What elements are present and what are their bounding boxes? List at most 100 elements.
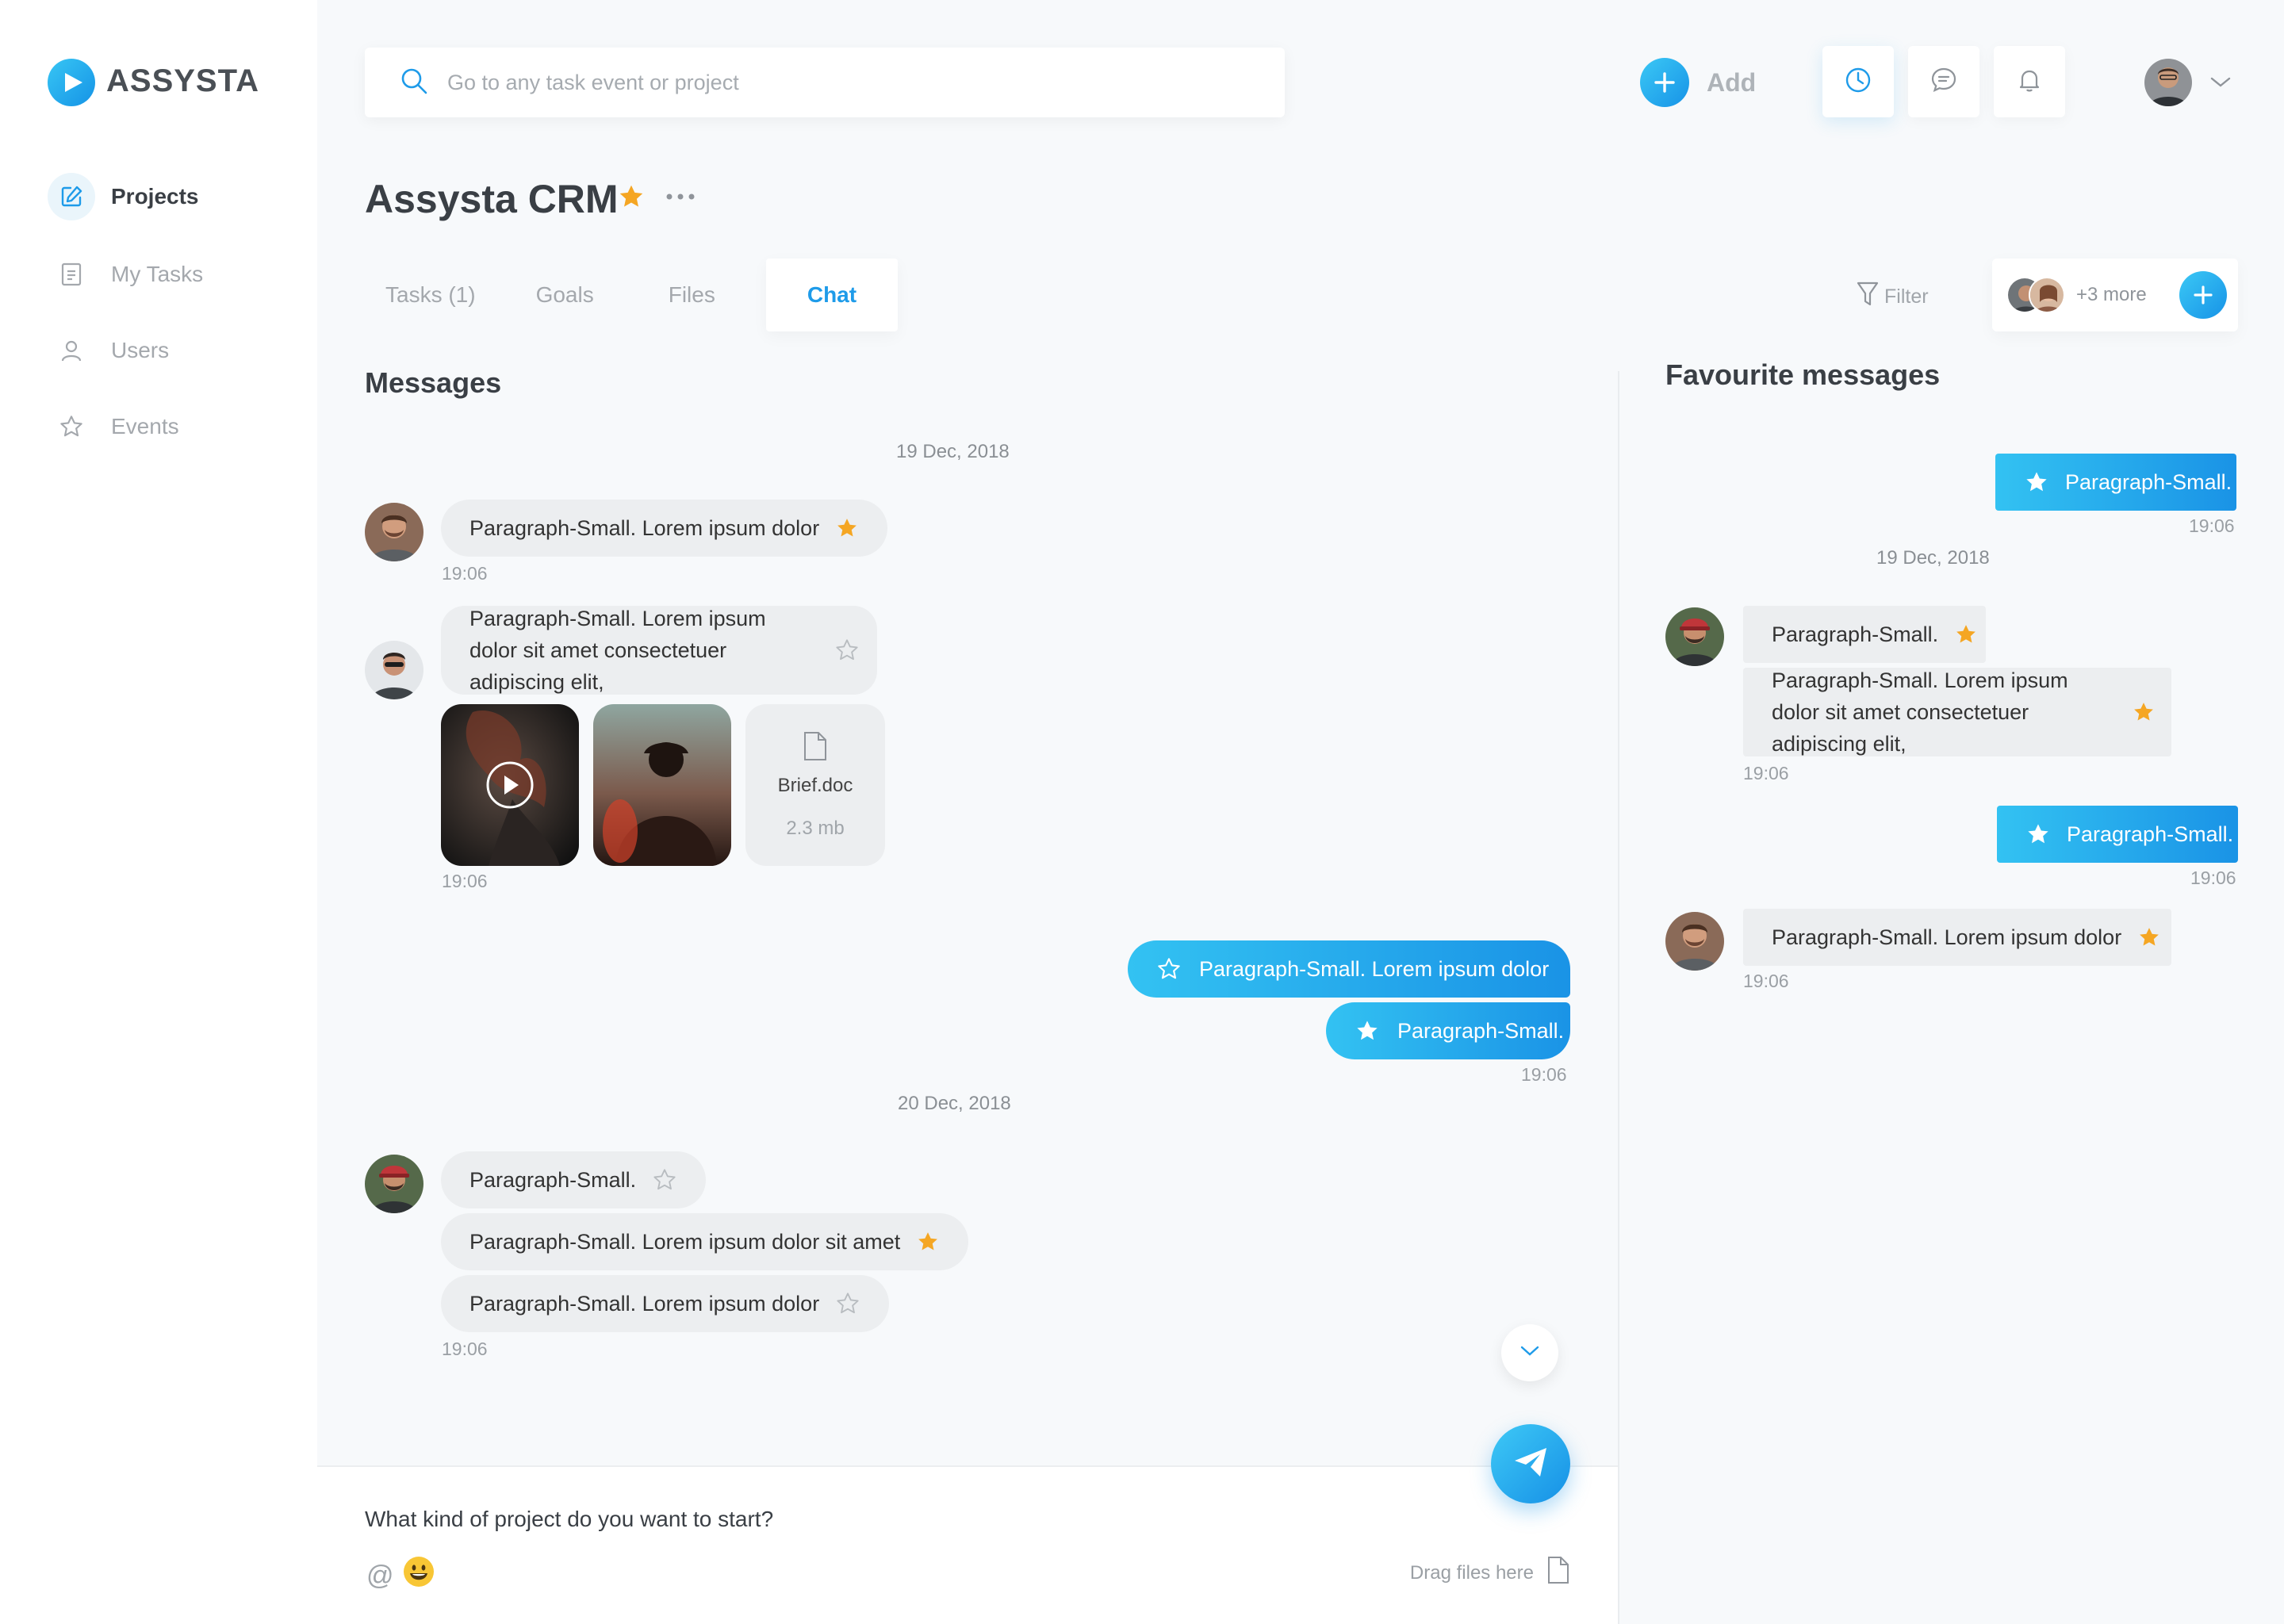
date-separator: 19 Dec, 2018 — [896, 441, 1010, 462]
star-filled-icon[interactable] — [835, 516, 859, 540]
sidebar-item-events[interactable]: Events — [48, 403, 179, 450]
tab-goals[interactable]: Goals — [512, 259, 618, 331]
star-filled-icon[interactable] — [1355, 1018, 1380, 1044]
message-text: Paragraph-Small. — [2065, 469, 2232, 494]
sidebar-item-my-tasks[interactable]: My Tasks — [48, 251, 203, 298]
sidebar-item-users[interactable]: Users — [48, 327, 169, 374]
message-bubble[interactable]: Paragraph-Small. Lorem ipsum dolor sit a… — [441, 606, 877, 695]
filter-label: Filter — [1884, 285, 1929, 308]
favourites-title: Favourite messages — [1665, 358, 1941, 391]
member-avatar — [2029, 277, 2065, 313]
avatar[interactable] — [365, 641, 423, 699]
star-filled-icon[interactable] — [2024, 469, 2049, 495]
edit-icon — [48, 173, 95, 220]
user-icon — [48, 327, 95, 374]
message-text: Paragraph-Small. Lorem ipsum dolor sit a… — [1772, 668, 2068, 756]
star-outline-icon[interactable] — [652, 1167, 677, 1193]
star-filled-icon[interactable] — [2025, 822, 2051, 847]
sent-message-bubble[interactable]: Paragraph-Small. Lorem ipsum dolor — [1128, 940, 1570, 998]
bell-icon — [2015, 66, 2044, 98]
star-outline-icon[interactable] — [1156, 956, 1182, 982]
star-icon — [48, 403, 95, 450]
filter-button[interactable]: Filter — [1856, 281, 1929, 313]
sidebar-item-label: My Tasks — [111, 262, 204, 286]
message-text: Paragraph-Small. Lorem ipsum dolor sit a… — [469, 607, 766, 694]
drag-files-label: Drag files here — [1409, 1561, 1534, 1584]
favorite-star-icon[interactable] — [617, 182, 646, 215]
file-attachment[interactable]: Brief.doc 2.3 mb — [745, 704, 885, 866]
mention-icon[interactable]: @ — [366, 1561, 394, 1591]
message-bubble[interactable]: Paragraph-Small. Lorem ipsum dolor — [441, 1275, 890, 1332]
message-composer[interactable]: What kind of project do you want to star… — [317, 1465, 1618, 1624]
add-member-button[interactable] — [2179, 271, 2227, 319]
emoji-icon[interactable] — [403, 1556, 435, 1591]
star-filled-icon[interactable] — [2132, 700, 2156, 724]
user-avatar[interactable] — [2144, 59, 2192, 106]
send-button[interactable] — [1491, 1424, 1570, 1503]
file-size: 2.3 mb — [786, 817, 845, 839]
drag-files-area[interactable]: Drag files here — [1410, 1556, 1570, 1590]
avatar[interactable] — [365, 503, 423, 561]
search-bar[interactable] — [365, 48, 1285, 117]
add-button[interactable]: Add — [1640, 58, 1756, 107]
message-time: 19:06 — [442, 871, 488, 891]
file-icon — [1546, 1556, 1570, 1590]
image-thumbnail[interactable] — [593, 704, 731, 866]
tab-chat[interactable]: Chat — [765, 259, 899, 331]
tab-tasks[interactable]: Tasks (1) — [365, 259, 496, 331]
star-filled-icon[interactable] — [1954, 622, 1978, 646]
messages-title: Messages — [365, 366, 502, 399]
project-tabs: Tasks (1) Goals Files Chat — [365, 259, 914, 331]
scroll-down-button[interactable] — [1501, 1324, 1558, 1381]
avatar[interactable] — [365, 1155, 423, 1213]
tab-files[interactable]: Files — [634, 259, 750, 331]
notifications-button[interactable] — [1994, 46, 2065, 117]
message-text: Paragraph-Small. — [469, 1167, 637, 1192]
file-name: Brief.doc — [777, 774, 853, 796]
search-icon — [400, 67, 428, 99]
message-text: Paragraph-Small. Lorem ipsum dolor — [1199, 956, 1550, 981]
filter-icon — [1856, 281, 1880, 313]
date-separator: 19 Dec, 2018 — [1876, 547, 1990, 569]
star-outline-icon[interactable] — [834, 638, 860, 663]
message-time: 19:06 — [1743, 763, 1789, 783]
play-icon[interactable] — [485, 763, 535, 812]
message-time: 19:06 — [1521, 1064, 1567, 1085]
avatar[interactable] — [1665, 607, 1724, 666]
composer-input[interactable]: What kind of project do you want to star… — [365, 1507, 773, 1532]
favourite-message[interactable]: Paragraph-Small. Lorem ipsum dolor — [1743, 909, 2171, 966]
message-time: 19:06 — [1743, 971, 1789, 991]
logo-icon[interactable] — [48, 59, 95, 106]
messages-button[interactable] — [1908, 46, 1979, 117]
message-bubble[interactable]: Paragraph-Small. Lorem ipsum dolor — [441, 500, 888, 557]
members-more-count: +3 more — [2076, 284, 2147, 305]
message-time: 19:06 — [442, 563, 488, 584]
page-title: Assysta CRM — [365, 177, 619, 221]
send-icon — [1513, 1446, 1548, 1482]
message-bubble[interactable]: Paragraph-Small. Lorem ipsum dolor sit a… — [441, 1213, 969, 1270]
add-label: Add — [1707, 67, 1757, 97]
sent-message-bubble[interactable]: Paragraph-Small. — [1326, 1002, 1570, 1059]
favourite-message[interactable]: Paragraph-Small. — [1743, 606, 1986, 663]
avatar[interactable] — [1665, 912, 1724, 971]
plus-icon — [1640, 58, 1689, 107]
more-options-icon[interactable] — [665, 189, 696, 209]
message-text: Paragraph-Small. Lorem ipsum dolor — [469, 515, 820, 540]
star-filled-icon[interactable] — [916, 1230, 940, 1254]
chevron-down-icon[interactable] — [2209, 76, 2232, 93]
sidebar-item-label: Events — [111, 414, 179, 439]
brand-name[interactable]: ASSYSTA — [106, 63, 259, 99]
favourite-message[interactable]: Paragraph-Small. Lorem ipsum dolor sit a… — [1743, 668, 2171, 756]
sidebar-item-projects[interactable]: Projects — [48, 173, 199, 220]
star-filled-icon[interactable] — [2137, 925, 2161, 949]
sidebar-item-label: Projects — [111, 184, 199, 209]
message-text: Paragraph-Small. Lorem ipsum dolor sit a… — [469, 1229, 901, 1254]
clock-button[interactable] — [1822, 46, 1894, 117]
message-bubble[interactable]: Paragraph-Small. — [441, 1151, 707, 1208]
favourite-message[interactable]: Paragraph-Small. — [1995, 454, 2236, 511]
project-members[interactable]: +3 more — [1992, 259, 2238, 331]
message-time: 19:06 — [2190, 868, 2236, 888]
star-outline-icon[interactable] — [835, 1291, 860, 1316]
search-input[interactable] — [447, 70, 1161, 95]
favourite-message[interactable]: Paragraph-Small. — [1997, 806, 2238, 863]
